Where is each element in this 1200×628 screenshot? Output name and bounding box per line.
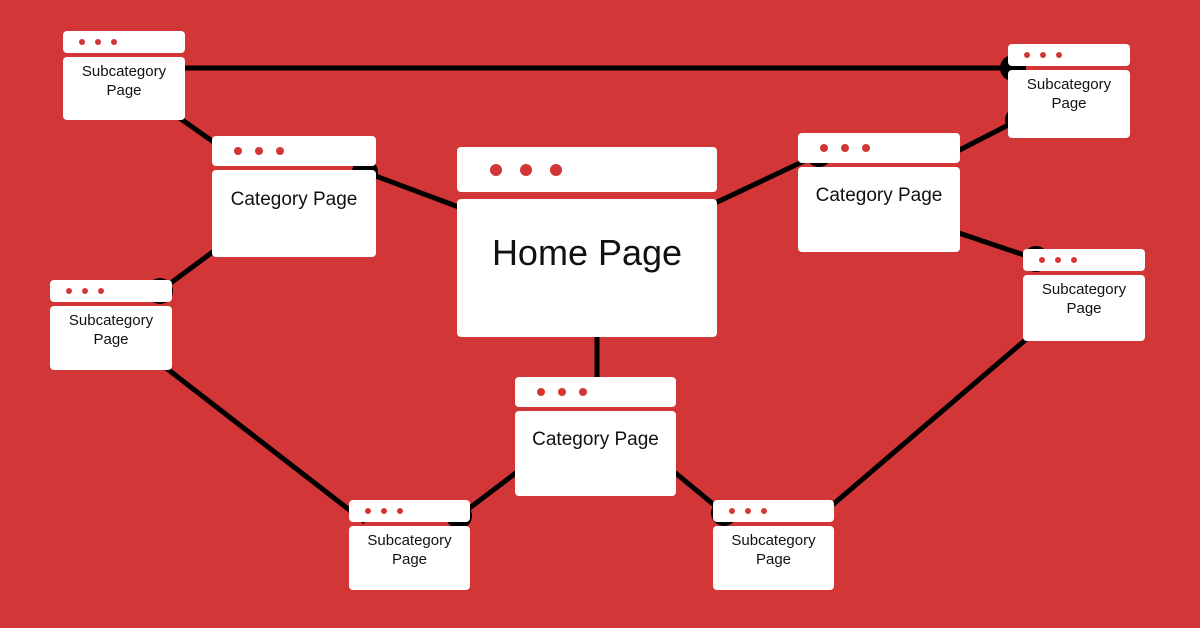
window-dot-icon (234, 147, 242, 155)
card-body: Subcategory Page (1023, 275, 1145, 341)
window-dot-icon (579, 388, 587, 396)
window-controls-dots-icon (234, 147, 284, 155)
connector-sub-mid-right-to-sub-bottom-right (814, 311, 1057, 521)
card-label: Subcategory Page (68, 312, 154, 348)
page-card-category-right[interactable]: Category Page (798, 133, 960, 252)
window-controls-dots-icon (1039, 257, 1077, 263)
window-dot-icon (862, 144, 870, 152)
window-dot-icon (1071, 257, 1077, 263)
card-label: Subcategory Page (367, 532, 452, 568)
window-dot-icon (1039, 257, 1045, 263)
card-body: Category Page (515, 411, 676, 496)
page-card-subcategory-top-left[interactable]: Subcategory Page (63, 31, 185, 120)
card-titlebar (713, 500, 834, 522)
card-titlebar (50, 280, 172, 302)
card-titlebar (212, 136, 376, 166)
card-label: Category Page (815, 184, 943, 206)
card-body: Subcategory Page (50, 306, 172, 370)
connector-sub-top-left-to-sub-top-right (180, 55, 1026, 81)
window-dot-icon (490, 163, 502, 176)
page-card-subcategory-bottom-right[interactable]: Subcategory Page (713, 500, 834, 590)
window-dot-icon (79, 39, 85, 45)
window-dot-icon (66, 288, 72, 294)
window-dot-icon (111, 39, 117, 45)
card-label: Subcategory Page (731, 532, 816, 568)
card-label: Subcategory Page (81, 63, 167, 99)
window-controls-dots-icon (490, 163, 562, 176)
window-dot-icon (276, 147, 284, 155)
card-body: Category Page (212, 170, 376, 257)
card-body: Subcategory Page (63, 57, 185, 120)
window-dot-icon (82, 288, 88, 294)
window-dot-icon (537, 388, 545, 396)
window-dot-icon (1056, 52, 1062, 58)
page-card-home[interactable]: Home Page (457, 147, 717, 337)
window-dot-icon (729, 508, 735, 514)
card-body: Subcategory Page (349, 526, 470, 590)
card-body: Subcategory Page (1008, 70, 1130, 138)
window-dot-icon (820, 144, 828, 152)
window-dot-icon (365, 508, 371, 514)
window-dot-icon (841, 144, 849, 152)
card-titlebar (515, 377, 676, 407)
window-dot-icon (520, 163, 532, 176)
page-card-category-left[interactable]: Category Page (212, 136, 376, 257)
card-label: Category Page (230, 188, 358, 210)
card-label: Subcategory Page (1026, 76, 1112, 112)
window-dot-icon (255, 147, 263, 155)
connector-line (146, 352, 367, 524)
card-titlebar (798, 133, 960, 163)
page-card-subcategory-top-right[interactable]: Subcategory Page (1008, 44, 1130, 138)
card-titlebar (1008, 44, 1130, 66)
card-label: Home Page (491, 231, 683, 273)
window-dot-icon (1024, 52, 1030, 58)
card-titlebar (63, 31, 185, 53)
window-dot-icon (1055, 257, 1061, 263)
window-dot-icon (558, 388, 566, 396)
window-controls-dots-icon (1024, 52, 1062, 58)
site-map-diagram: Home Page Category Page Category Page Categ… (0, 0, 1200, 628)
card-body: Home Page (457, 199, 717, 337)
card-label: Subcategory Page (1041, 281, 1127, 317)
card-titlebar (457, 147, 717, 192)
window-dot-icon (397, 508, 403, 514)
window-controls-dots-icon (365, 508, 403, 514)
window-controls-dots-icon (66, 288, 104, 294)
card-label: Category Page (532, 428, 659, 450)
window-dot-icon (745, 508, 751, 514)
page-card-category-bottom[interactable]: Category Page (515, 377, 676, 496)
window-controls-dots-icon (537, 388, 587, 396)
page-card-subcategory-bottom-left[interactable]: Subcategory Page (349, 500, 470, 590)
window-controls-dots-icon (729, 508, 767, 514)
window-dot-icon (381, 508, 387, 514)
page-card-subcategory-mid-left[interactable]: Subcategory Page (50, 280, 172, 370)
window-dot-icon (95, 39, 101, 45)
window-dot-icon (1040, 52, 1046, 58)
card-body: Subcategory Page (713, 526, 834, 590)
card-body: Category Page (798, 167, 960, 252)
window-dot-icon (98, 288, 104, 294)
page-card-subcategory-mid-right[interactable]: Subcategory Page (1023, 249, 1145, 341)
window-controls-dots-icon (820, 144, 870, 152)
window-dot-icon (550, 163, 562, 176)
card-titlebar (349, 500, 470, 522)
window-controls-dots-icon (79, 39, 117, 45)
window-dot-icon (761, 508, 767, 514)
card-titlebar (1023, 249, 1145, 271)
connector-line (814, 322, 1046, 521)
